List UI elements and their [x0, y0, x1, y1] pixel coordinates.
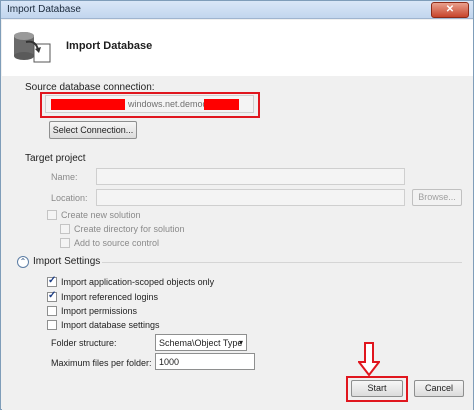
folder-structure-dropdown[interactable]: Schema\Object Type ▾ [155, 334, 247, 351]
app-scoped-label: Import application-scoped objects only [61, 277, 215, 287]
create-solution-checkbox[interactable] [47, 210, 57, 220]
referenced-logins-label: Import referenced logins [61, 292, 159, 302]
app-scoped-checkbox[interactable] [47, 275, 57, 287]
create-solution-label: Create new solution [61, 210, 141, 220]
database-settings-label: Import database settings [61, 320, 160, 330]
permissions-label: Import permissions [61, 306, 138, 316]
add-source-control-label: Add to source control [74, 238, 160, 248]
target-project-label: Target project [25, 153, 86, 164]
add-source-control-checkbox[interactable] [60, 238, 70, 248]
import-settings-label: Import Settings [33, 256, 101, 267]
section-divider [102, 262, 462, 263]
dialog-heading: Import Database [66, 40, 153, 52]
import-database-dialog: Import Database ✕ Import Database Source… [0, 0, 474, 410]
create-directory-label: Create directory for solution [74, 224, 185, 234]
window-title: Import Database [7, 4, 81, 15]
name-label: Name: [51, 172, 78, 182]
create-directory-checkbox[interactable] [60, 224, 70, 234]
dialog-header: Import Database [2, 20, 473, 76]
referenced-logins-checkbox[interactable] [47, 290, 57, 302]
close-button[interactable]: ✕ [431, 2, 469, 18]
max-files-label: Maximum files per folder: [51, 358, 152, 368]
dropdown-arrow-icon: ▾ [238, 338, 243, 347]
name-field[interactable] [96, 168, 405, 185]
permissions-checkbox[interactable] [47, 306, 57, 316]
database-import-icon [14, 32, 51, 63]
select-connection-button[interactable]: Select Connection... [49, 121, 137, 139]
source-highlight-box [40, 92, 260, 118]
max-files-field[interactable]: 1000 [155, 353, 255, 370]
cancel-button[interactable]: Cancel [414, 380, 464, 397]
folder-structure-label: Folder structure: [51, 338, 117, 348]
database-settings-checkbox[interactable] [47, 320, 57, 330]
browse-button[interactable]: Browse... [412, 189, 462, 206]
dialog-content: Source database connection: windows.net.… [2, 76, 473, 410]
collapse-icon[interactable]: ⌃ [17, 256, 29, 268]
start-highlight-box [346, 376, 408, 402]
location-field[interactable] [96, 189, 405, 206]
location-label: Location: [51, 193, 88, 203]
down-arrow-icon [358, 342, 380, 376]
title-bar[interactable]: Import Database ✕ [1, 1, 473, 19]
